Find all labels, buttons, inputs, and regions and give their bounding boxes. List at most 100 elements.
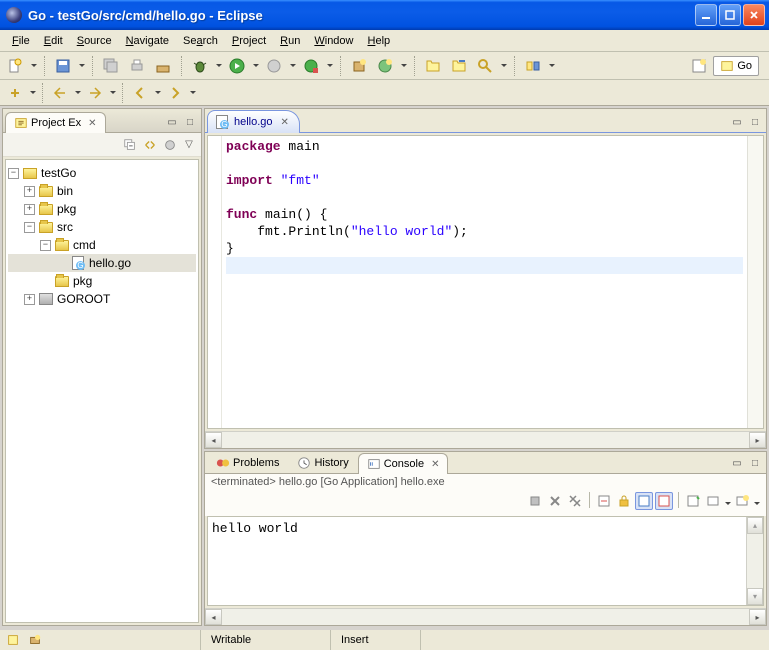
tree-node-src[interactable]: −src: [8, 218, 196, 236]
display-console-button[interactable]: [704, 492, 722, 510]
back-button[interactable]: [129, 82, 151, 104]
tab-close-icon[interactable]: ✕: [88, 118, 96, 129]
project-explorer-tab[interactable]: Project Ex ✕: [5, 112, 106, 133]
forward-button[interactable]: [164, 82, 186, 104]
focus-task-button[interactable]: [161, 136, 179, 154]
menu-window[interactable]: Window: [308, 33, 359, 49]
breadcrumb-dropdown[interactable]: [548, 55, 555, 77]
toggle-breadcrumb-button[interactable]: [522, 55, 544, 77]
back-dropdown[interactable]: [154, 82, 161, 104]
pin-console-button[interactable]: [684, 492, 702, 510]
console-scroll-right[interactable]: ▸: [749, 609, 766, 625]
tree-node-goroot[interactable]: +GOROOT: [8, 290, 196, 308]
editor-tab-hello[interactable]: hello.go ✕: [207, 110, 300, 133]
open-type-button[interactable]: [422, 55, 444, 77]
menu-file[interactable]: File: [6, 33, 36, 49]
editor-gutter[interactable]: [208, 136, 222, 428]
console-scroll-down[interactable]: ▾: [747, 588, 763, 605]
tree-node-cmd[interactable]: −cmd: [8, 236, 196, 254]
tree-node-pkg[interactable]: +pkg: [8, 200, 196, 218]
tree-node-src-pkg[interactable]: pkg: [8, 272, 196, 290]
menu-edit[interactable]: Edit: [38, 33, 69, 49]
minimize-view-button[interactable]: ▭: [164, 114, 180, 130]
menu-run[interactable]: Run: [274, 33, 306, 49]
menu-help[interactable]: Help: [362, 33, 397, 49]
terminate-button[interactable]: [526, 492, 544, 510]
console-output[interactable]: hello world ▴ ▾: [207, 516, 764, 606]
new-dropdown[interactable]: [30, 55, 37, 77]
tab-history[interactable]: History: [288, 452, 357, 473]
tree-node-bin[interactable]: +bin: [8, 182, 196, 200]
show-console-on-out-button[interactable]: [635, 492, 653, 510]
console-vscrollbar[interactable]: ▴ ▾: [746, 517, 763, 605]
project-tree[interactable]: −testGo +bin +pkg −src −cmd hello.go pkg…: [5, 159, 199, 623]
tree-node-hello[interactable]: hello.go: [8, 254, 196, 272]
tab-problems[interactable]: Problems: [207, 452, 288, 473]
prev-annotation-button[interactable]: [49, 82, 71, 104]
search-dropdown[interactable]: [500, 55, 507, 77]
save-all-button[interactable]: [100, 55, 122, 77]
link-editor-button[interactable]: [141, 136, 159, 154]
minimize-button[interactable]: [695, 4, 717, 26]
maximize-button[interactable]: [719, 4, 741, 26]
save-button[interactable]: [52, 55, 74, 77]
toggle-mark-button[interactable]: [4, 82, 26, 104]
mark-dropdown[interactable]: [29, 82, 36, 104]
new-package-button[interactable]: [348, 55, 370, 77]
print-button[interactable]: [126, 55, 148, 77]
debug-button[interactable]: [189, 55, 211, 77]
scroll-right-button[interactable]: ▸: [749, 432, 766, 448]
next-dropdown[interactable]: [109, 82, 116, 104]
run-last-dropdown[interactable]: [289, 55, 296, 77]
forward-dropdown[interactable]: [189, 82, 196, 104]
code-content[interactable]: package main import "fmt" func main() { …: [222, 136, 747, 428]
debug-dropdown[interactable]: [215, 55, 222, 77]
next-annotation-button[interactable]: [84, 82, 106, 104]
code-editor[interactable]: package main import "fmt" func main() { …: [207, 135, 764, 429]
menu-search[interactable]: Search: [177, 33, 224, 49]
build-button[interactable]: [152, 55, 174, 77]
tab-console[interactable]: Console✕: [358, 453, 449, 474]
perspective-go[interactable]: Go: [713, 56, 759, 76]
scroll-lock-button[interactable]: [615, 492, 633, 510]
editor-minimize-button[interactable]: ▭: [729, 114, 745, 130]
external-dropdown[interactable]: [326, 55, 333, 77]
new-type-dropdown[interactable]: [400, 55, 407, 77]
console-hscrollbar[interactable]: ◂ ▸: [205, 608, 766, 625]
overview-ruler[interactable]: [747, 136, 763, 428]
remove-launch-button[interactable]: [546, 492, 564, 510]
console-scroll-up[interactable]: ▴: [747, 517, 763, 534]
tree-node-project[interactable]: −testGo: [8, 164, 196, 182]
open-console-button[interactable]: [733, 492, 751, 510]
editor-maximize-button[interactable]: □: [747, 114, 763, 130]
run-button[interactable]: [226, 55, 248, 77]
tasks-icon[interactable]: [28, 633, 42, 647]
new-button[interactable]: [4, 55, 26, 77]
search-button[interactable]: [474, 55, 496, 77]
clear-console-button[interactable]: [595, 492, 613, 510]
display-dropdown[interactable]: [724, 492, 731, 514]
editor-tab-close[interactable]: ✕: [281, 117, 289, 128]
open-task-button[interactable]: [448, 55, 470, 77]
open-perspective-button[interactable]: [688, 55, 710, 77]
run-last-button[interactable]: [263, 55, 285, 77]
menu-project[interactable]: Project: [226, 33, 272, 49]
open-console-dropdown[interactable]: [753, 492, 760, 514]
new-type-button[interactable]: [374, 55, 396, 77]
maximize-view-button[interactable]: □: [182, 114, 198, 130]
console-scroll-left[interactable]: ◂: [205, 609, 222, 625]
external-tools-button[interactable]: [300, 55, 322, 77]
menu-source[interactable]: Source: [71, 33, 118, 49]
bottom-minimize-button[interactable]: ▭: [729, 455, 745, 471]
show-console-on-err-button[interactable]: [655, 492, 673, 510]
console-tab-close[interactable]: ✕: [431, 459, 439, 470]
prev-dropdown[interactable]: [74, 82, 81, 104]
menu-navigate[interactable]: Navigate: [120, 33, 175, 49]
filter-icon[interactable]: [6, 633, 20, 647]
collapse-all-button[interactable]: [121, 136, 139, 154]
save-dropdown[interactable]: [78, 55, 85, 77]
remove-all-button[interactable]: [566, 492, 584, 510]
view-menu-button[interactable]: ▽: [181, 137, 197, 153]
run-dropdown[interactable]: [252, 55, 259, 77]
editor-hscrollbar[interactable]: ◂ ▸: [205, 431, 766, 448]
